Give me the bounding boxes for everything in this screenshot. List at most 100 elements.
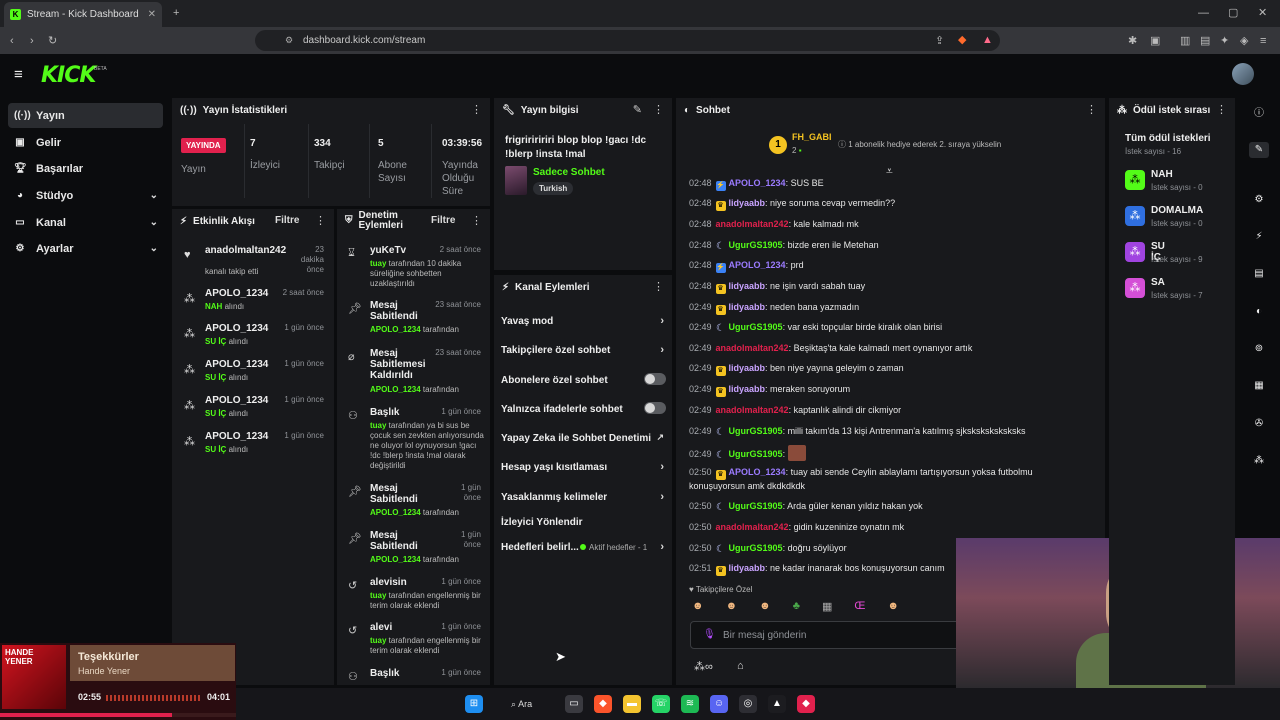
more-options-icon[interactable]: ⋮: [315, 214, 326, 227]
chat-username[interactable]: APOLO_1234: [729, 260, 786, 270]
chat-username[interactable]: lidyaabb: [729, 302, 766, 312]
settings-icon[interactable]: ⚙: [1251, 192, 1267, 208]
hamburger-menu-icon[interactable]: ≡: [14, 66, 23, 83]
sidebar-toggle-icon[interactable]: ▥: [1180, 35, 1190, 47]
emote-icon[interactable]: ☻: [759, 600, 771, 616]
emote-icon[interactable]: ☻: [887, 600, 899, 616]
more-options-icon[interactable]: ⋮: [1216, 103, 1227, 116]
menu-icon[interactable]: ≡: [1260, 35, 1266, 47]
store-icon[interactable]: ⌂: [737, 660, 744, 672]
more-options-icon[interactable]: ⋮: [471, 214, 482, 227]
taskbar-search[interactable]: ⌕ Ara: [503, 695, 547, 713]
more-options-icon[interactable]: ⋮: [471, 103, 482, 116]
emote-icon[interactable]: Œ: [854, 600, 865, 616]
edit-icon[interactable]: ✎: [1249, 142, 1269, 158]
bolt-icon[interactable]: ⚡︎: [1251, 229, 1267, 245]
leo-icon[interactable]: ✦: [1220, 35, 1229, 47]
ai-moderation-item[interactable]: Yapay Zeka ile Sohbet Denetimi ↗: [501, 432, 666, 444]
track-progress-bar[interactable]: [0, 713, 236, 717]
emotes-only-item[interactable]: Yalnızca ifadelerle sohbet: [501, 402, 666, 415]
layout-icon[interactable]: ▦: [1251, 378, 1267, 394]
emote-icon[interactable]: ☻: [726, 600, 738, 616]
vpn-icon[interactable]: ◈: [1240, 35, 1248, 47]
chevron-down-icon[interactable]: ⌄: [150, 243, 158, 254]
back-icon[interactable]: ‹: [10, 35, 14, 47]
minimize-icon[interactable]: —: [1198, 7, 1209, 19]
chat-username[interactable]: UgurGS1905: [729, 322, 783, 332]
chat-username[interactable]: lidyaabb: [729, 363, 766, 373]
more-options-icon[interactable]: ⋮: [653, 280, 664, 293]
chat-username[interactable]: lidyaabb: [729, 198, 766, 208]
tag-chip[interactable]: Turkish: [533, 182, 574, 195]
chat-username[interactable]: anadolmaltan242: [716, 343, 789, 353]
chevron-down-icon[interactable]: ⌄: [150, 190, 158, 201]
collapse-pinned-icon[interactable]: ⩡: [886, 164, 893, 179]
browser-tab[interactable]: K Stream - Kick Dashboard ✕: [4, 2, 162, 27]
sidebar-item-kanal[interactable]: ▭ Kanal ⌄: [8, 210, 163, 235]
chat-username[interactable]: lidyaabb: [729, 384, 766, 394]
wallet-icon[interactable]: ▤: [1200, 35, 1210, 47]
extensions-icon[interactable]: ✱: [1128, 35, 1137, 47]
more-options-icon[interactable]: ⋮: [653, 103, 664, 116]
close-tab-icon[interactable]: ✕: [148, 9, 156, 20]
more-options-icon[interactable]: ⋮: [1086, 103, 1097, 116]
kick-logo[interactable]: KICK: [41, 63, 96, 88]
url-field[interactable]: ⚙ dashboard.kick.com/stream: [255, 30, 1000, 51]
chat-username[interactable]: anadolmaltan242: [716, 522, 789, 532]
chat-username[interactable]: APOLO_1234: [729, 178, 786, 188]
brave-rewards-icon[interactable]: ▲: [982, 34, 993, 46]
chat-username[interactable]: UgurGS1905: [729, 240, 783, 250]
share-icon[interactable]: ⇪: [935, 35, 944, 47]
feed-user[interactable]: APOLO_1234: [205, 431, 268, 442]
screenshot-icon[interactable]: ▣: [1150, 35, 1160, 47]
forward-icon[interactable]: ›: [30, 35, 34, 47]
discord-icon[interactable]: ☺: [710, 695, 728, 713]
reload-icon[interactable]: ↻: [48, 35, 57, 47]
wrench-icon[interactable]: ✇: [1251, 416, 1267, 432]
file-explorer-icon[interactable]: ▬: [623, 695, 641, 713]
app-icon[interactable]: ◆: [797, 695, 815, 713]
all-rewards-link[interactable]: Tüm ödül istekleri: [1125, 133, 1211, 144]
feed-user[interactable]: APOLO_1234: [205, 323, 268, 334]
subscribers-only-toggle[interactable]: [644, 373, 666, 385]
document-icon[interactable]: ▤: [1251, 266, 1267, 282]
broadcast-icon[interactable]: ⊚: [1251, 341, 1267, 357]
filter-button[interactable]: Filtre: [275, 215, 299, 226]
chat-username[interactable]: UgurGS1905: [729, 501, 783, 511]
task-view-icon[interactable]: ▭: [565, 695, 583, 713]
chat-username[interactable]: lidyaabb: [729, 563, 766, 573]
emotes-only-toggle[interactable]: [644, 402, 666, 414]
feed-user[interactable]: APOLO_1234: [205, 395, 268, 406]
chevron-down-icon[interactable]: ⌄: [150, 217, 158, 228]
feed-user[interactable]: anadolmaltan242: [205, 245, 286, 256]
feed-user[interactable]: APOLO_1234: [205, 288, 268, 299]
sidebar-item-yayin[interactable]: ((·)) Yayın: [8, 103, 163, 128]
brave-shield-icon[interactable]: ◆: [958, 34, 966, 46]
chat-username[interactable]: APOLO_1234: [729, 467, 786, 477]
app-icon[interactable]: ▲: [768, 695, 786, 713]
chat-username[interactable]: UgurGS1905: [729, 426, 783, 436]
subscribers-only-item[interactable]: Abonelere özel sohbet: [501, 373, 666, 386]
edit-icon[interactable]: ✎: [633, 103, 642, 116]
sidebar-item-ayarlar[interactable]: ⚙ Ayarlar ⌄: [8, 236, 163, 261]
chat-username[interactable]: anadolmaltan242: [716, 405, 789, 415]
maximize-icon[interactable]: ▢: [1228, 7, 1238, 19]
windows-start-icon[interactable]: ⊞: [465, 695, 483, 713]
chat-username[interactable]: lidyaabb: [729, 281, 766, 291]
rewards-icon[interactable]: ⁂∞: [694, 660, 713, 673]
chat-username[interactable]: UgurGS1905: [729, 543, 783, 553]
category-link[interactable]: Sadece Sohbet: [533, 167, 605, 178]
obs-icon[interactable]: ◎: [739, 695, 757, 713]
chat-username[interactable]: anadolmaltan242: [716, 219, 789, 229]
chat-input[interactable]: 🎙︎ Bir mesaj gönderin: [690, 621, 960, 649]
goals-item[interactable]: Hedefleri belirl... Aktif hedefler - 1 ›: [501, 541, 666, 553]
followers-only-item[interactable]: Takipçilere özel sohbet ›: [501, 344, 666, 356]
close-window-icon[interactable]: ✕: [1258, 7, 1267, 19]
banned-words-item[interactable]: Yasaklanmış kelimeler ›: [501, 491, 666, 503]
chat-username[interactable]: UgurGS1905: [729, 449, 783, 459]
filter-button[interactable]: Filtre: [431, 215, 455, 226]
slow-mode-item[interactable]: Yavaş mod ›: [501, 315, 666, 327]
sidebar-item-gelir[interactable]: ▣ Gelir: [8, 130, 163, 155]
category-thumbnail[interactable]: [505, 166, 527, 195]
raid-item[interactable]: İzleyici Yönlendir: [501, 517, 666, 528]
